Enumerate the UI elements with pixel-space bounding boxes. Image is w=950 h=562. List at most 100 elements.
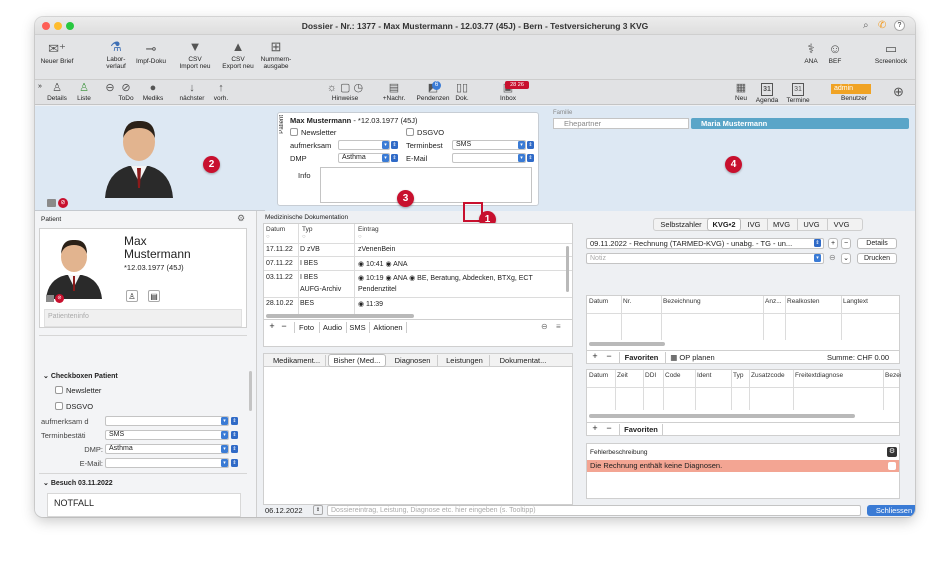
favorites-button[interactable]: Favoriten	[619, 352, 663, 363]
details-button[interactable]: ♙ Details	[45, 83, 69, 103]
filter-icon[interactable]: ≡	[556, 322, 561, 331]
aufmerksam-dropdown-icon[interactable]: ▾	[382, 141, 389, 149]
dropdown-icon[interactable]: ▾	[221, 459, 228, 467]
person-search-icon[interactable]: ♙	[126, 290, 138, 302]
new-message-button[interactable]: ▤ +Nachr.	[377, 83, 411, 103]
col-datum-header[interactable]: Datum	[266, 226, 285, 233]
col-eintrag-header[interactable]: Eintrag	[358, 226, 379, 233]
col-header[interactable]: Bezeichnung	[663, 298, 701, 305]
documents-button[interactable]: ▯▯ Dok.	[453, 83, 471, 103]
phone-icon[interactable]: ✆	[878, 20, 886, 31]
remove-service-button[interactable]: −	[603, 352, 615, 363]
col-header[interactable]: Bezei	[885, 372, 901, 379]
tab-kvg[interactable]: KVG•2	[707, 218, 741, 231]
tab-leistungen[interactable]: Leistungen	[440, 355, 490, 366]
sidebar-newsletter-checkbox[interactable]: Newsletter	[55, 386, 101, 395]
stepper-icon[interactable]: ⇕	[231, 445, 238, 453]
email-stepper-icon[interactable]: ⇕	[527, 154, 534, 162]
globe-icon[interactable]: ⊕	[893, 84, 904, 100]
col-header[interactable]: Datum	[589, 298, 608, 305]
sidebar-scrollbar[interactable]	[249, 371, 252, 411]
terminbest-dropdown-icon[interactable]: ▾	[518, 141, 525, 149]
csv-import-button[interactable]: ▼ CSV Import neu	[176, 39, 214, 70]
favorites-button[interactable]: Favoriten	[619, 424, 663, 435]
barcode-icon[interactable]	[47, 199, 56, 207]
stepper-icon[interactable]: ⇕	[231, 417, 238, 425]
error-checkbox[interactable]	[888, 462, 896, 470]
dossier-entry-input[interactable]: Dossiereintrag, Leistung, Diagnose etc. …	[327, 505, 861, 516]
settings-icon[interactable]: ⚙	[887, 447, 897, 457]
col-header[interactable]: Langtext	[843, 298, 868, 305]
screenlock-button[interactable]: ▭ Screenlock	[871, 41, 911, 66]
terminbest-select[interactable]: SMS	[452, 140, 526, 150]
bef-button[interactable]: ☺ BEF	[825, 41, 845, 66]
date-stepper-icon[interactable]: ⇕	[313, 505, 323, 515]
col-header[interactable]: Ident	[697, 372, 711, 379]
stepper-icon[interactable]: ⇕	[231, 459, 238, 467]
minus-circle-icon[interactable]: ⊖	[829, 253, 836, 262]
table-hscrollbar[interactable]	[266, 314, 414, 318]
add-diagnosis-button[interactable]: +	[589, 424, 601, 435]
dmp-dropdown-icon[interactable]: ▾	[382, 154, 389, 162]
sidebar-dsgvo-checkbox[interactable]: DSGVO	[55, 402, 93, 411]
remove-diagnosis-button[interactable]: −	[603, 424, 615, 435]
print-button[interactable]: Drucken	[857, 253, 897, 264]
tab-diagnosen[interactable]: Diagnosen	[388, 355, 438, 366]
aufmerksam-stepper-icon[interactable]: ⇕	[391, 141, 398, 149]
ana-button[interactable]: ⚕ ANA	[801, 41, 821, 66]
new-letter-button[interactable]: ✉⁺ Neuer Brief	[39, 41, 75, 66]
tab-dokumentation[interactable]: Dokumentat...	[492, 355, 554, 366]
col-header[interactable]: Datum	[589, 372, 608, 379]
visit-section-header[interactable]: ⌄ Besuch 03.11.2022	[43, 479, 113, 487]
family-member-row[interactable]: Maria Mustermann	[691, 118, 909, 129]
number-issue-button[interactable]: ⊞ Nummern-ausgabe	[259, 39, 293, 70]
col-header[interactable]: Zeit	[617, 372, 628, 379]
col-header[interactable]: Anz...	[765, 298, 782, 305]
tab-medikamente[interactable]: Medikament...	[268, 355, 326, 366]
col-typ-header[interactable]: Typ	[302, 226, 312, 233]
invoice-stepper-icon[interactable]: ⇕	[814, 239, 821, 247]
details-button[interactable]: Details	[857, 238, 897, 249]
sms-button[interactable]: SMS	[346, 322, 368, 333]
foto-button[interactable]: Foto	[294, 322, 318, 333]
current-user-field[interactable]: admin	[831, 84, 871, 94]
chevron-expand-icon[interactable]: »	[38, 83, 42, 90]
back-button[interactable]: ⊖	[105, 83, 115, 95]
actions-button[interactable]: Aktionen	[369, 322, 407, 333]
lab-history-button[interactable]: ⚗ Labor-verlauf	[101, 39, 131, 70]
tab-uvg[interactable]: UVG	[797, 219, 825, 230]
add-service-button[interactable]: +	[589, 352, 601, 363]
patient-info-field[interactable]: Patienteninfo	[44, 309, 242, 327]
audio-button[interactable]: Audio	[319, 322, 345, 333]
csv-export-button[interactable]: ▲ CSV Export neu	[218, 39, 258, 70]
hints-button[interactable]: ☼ ▢ ◷ Hinweise	[320, 83, 370, 103]
sidebar-aufmerksam-select[interactable]	[105, 416, 229, 426]
diagnoses-hscrollbar[interactable]	[589, 414, 855, 418]
email-select[interactable]	[452, 153, 526, 163]
sidebar-terminbest-select[interactable]: SMS	[105, 430, 229, 440]
op-plan-button[interactable]: ▦ OP planen	[665, 352, 719, 363]
col-header[interactable]: Typ	[733, 372, 743, 379]
tab-vvg[interactable]: VVG	[827, 219, 855, 230]
invoice-select[interactable]: 09.11.2022 - Rechnung (TARMED-KVG) - una…	[586, 238, 824, 249]
notiz-dropdown-icon[interactable]: ▾	[814, 254, 821, 262]
notiz-field[interactable]: Notiz	[586, 253, 824, 264]
col-header[interactable]: Nr.	[623, 298, 631, 305]
previous-button[interactable]: ↑ vorh.	[211, 83, 231, 103]
gear-icon[interactable]: ⚙	[237, 213, 245, 224]
email-dropdown-icon[interactable]: ▾	[518, 154, 525, 162]
agenda-button[interactable]: 31 Agenda	[753, 83, 781, 104]
tab-bisher[interactable]: Bisher (Med...	[328, 354, 386, 367]
remove-invoice-button[interactable]: −	[841, 238, 851, 249]
card-icon[interactable]: ▤	[148, 290, 160, 302]
error-message-row[interactable]: Die Rechnung enthält keine Diagnosen.	[587, 460, 899, 472]
new-appointment-button[interactable]: ▦ Neu	[731, 83, 751, 103]
next-button[interactable]: ↓ nächster	[175, 83, 209, 103]
barcode-icon[interactable]	[46, 295, 54, 302]
checkbox-section-header[interactable]: ⌄ Checkboxen Patient	[43, 372, 118, 380]
sidebar-dmp-select[interactable]: Asthma	[105, 444, 229, 454]
tab-mvg[interactable]: MVG	[767, 219, 795, 230]
add-invoice-button[interactable]: +	[828, 238, 838, 249]
entry-date[interactable]: 06.12.2022	[265, 506, 303, 515]
col-header[interactable]: Freitextdiagnose	[795, 372, 843, 379]
